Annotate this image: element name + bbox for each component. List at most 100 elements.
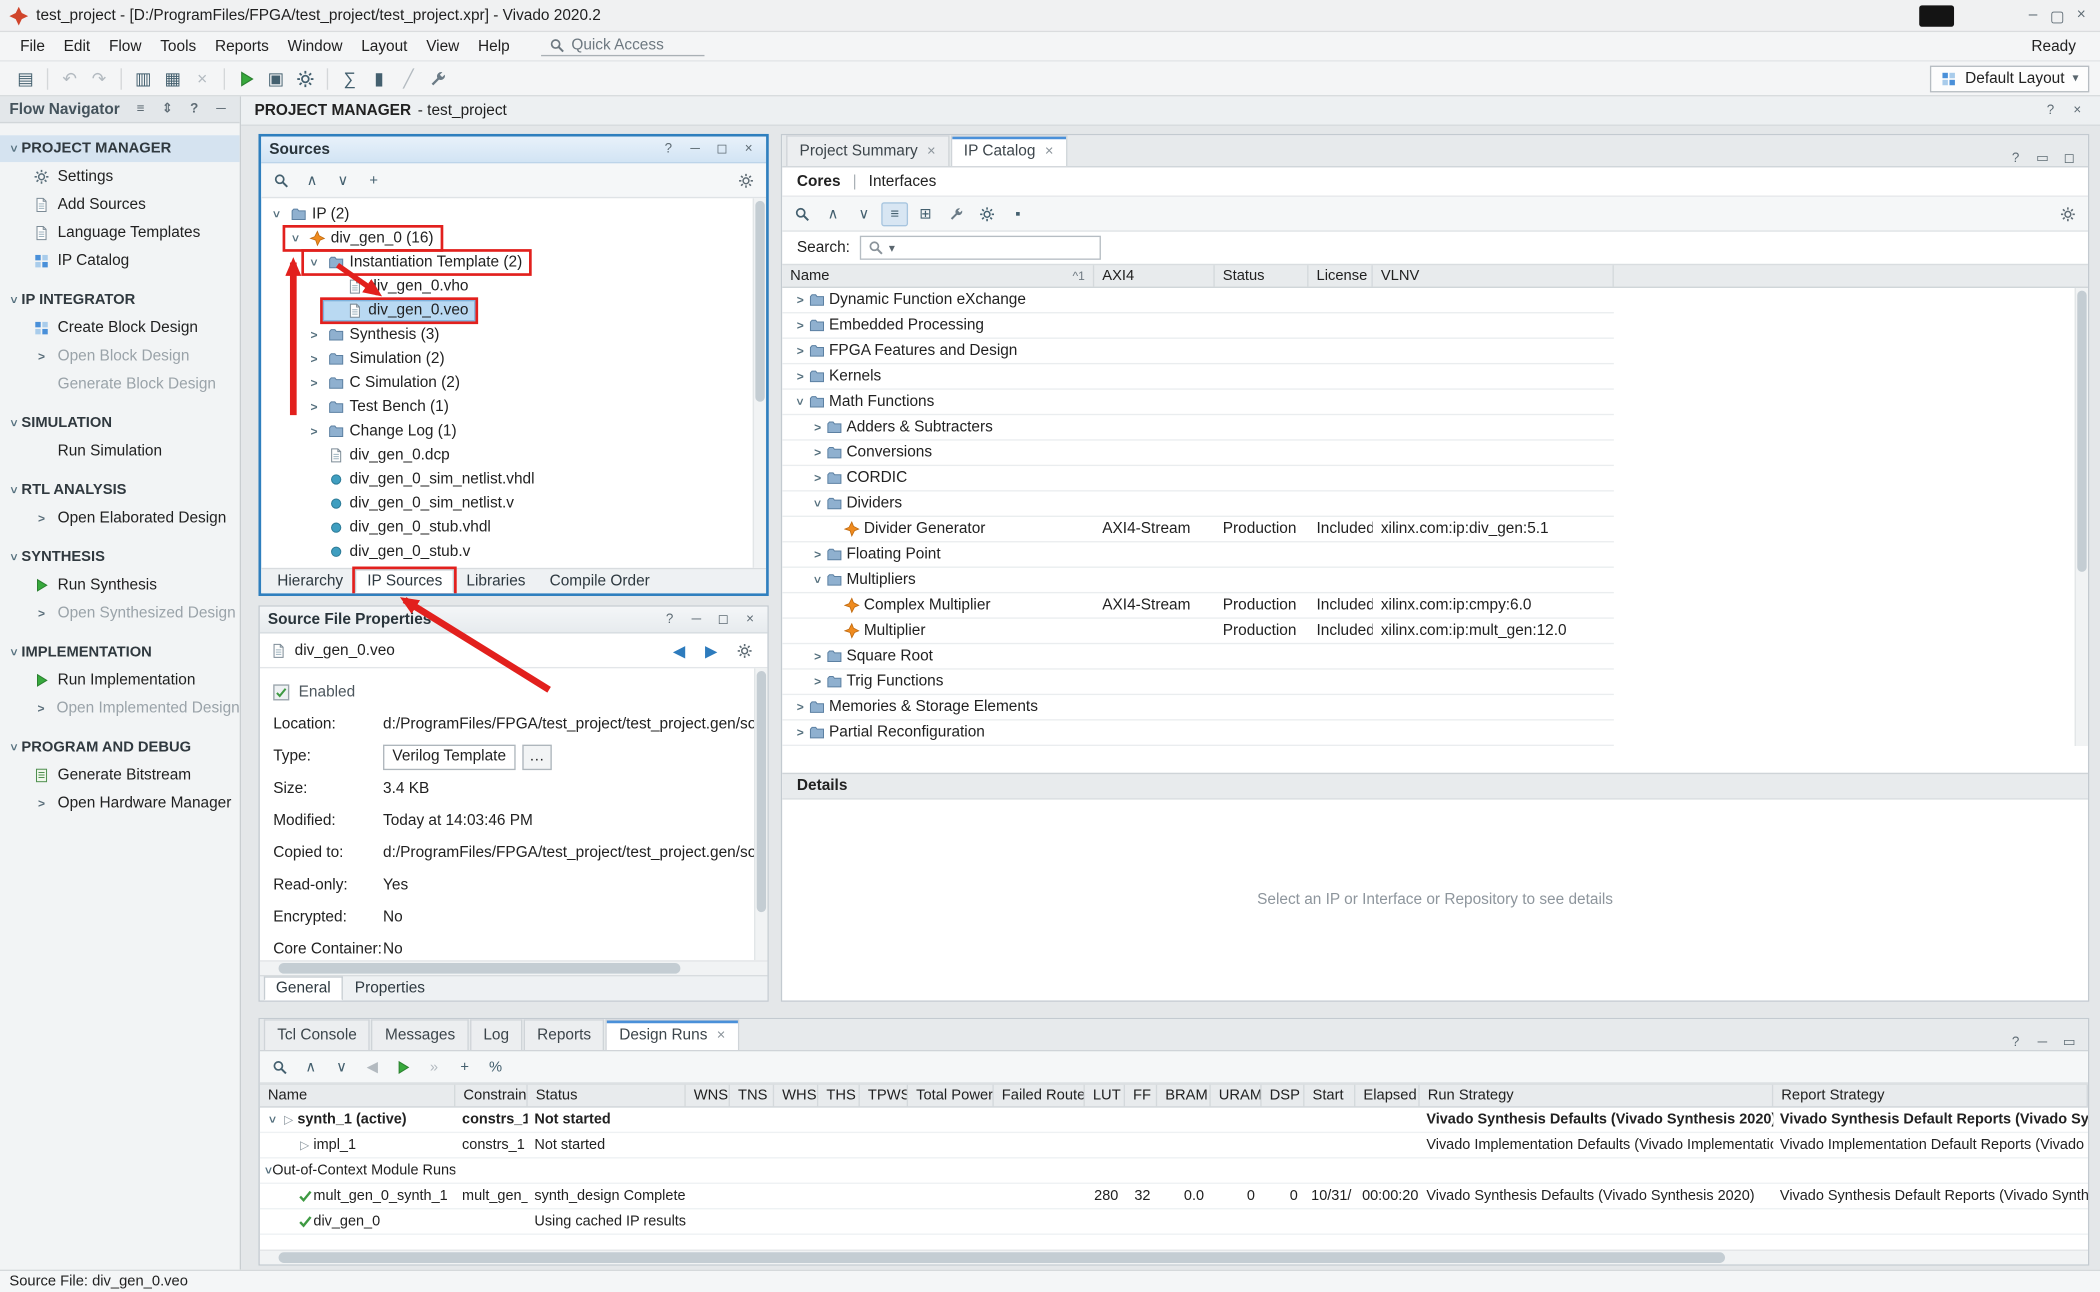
column-header-ff[interactable]: FF [1125,1085,1157,1106]
enabled-checkbox[interactable] [273,684,289,700]
source-tree-item-instantiation-template-2[interactable]: >Instantiation Template (2) [261,250,766,274]
catalog-row-square-root[interactable]: >Square Root [782,644,1614,669]
source-tree-item-div-gen-0-dcp[interactable]: div_gen_0.dcp [261,443,766,467]
column-header-run-strategy[interactable]: Run Strategy [1420,1085,1774,1106]
float-icon[interactable]: ◻ [714,612,733,627]
close-icon[interactable]: × [927,143,936,159]
catalog-row-memories-storage-elements[interactable]: >Memories & Storage Elements [782,695,1614,720]
minimize-icon[interactable]: ─ [212,102,231,117]
minimize-icon[interactable]: ─ [686,142,705,157]
expand-icon[interactable]: > [793,344,808,357]
type-combobox[interactable]: Verilog Template [383,744,515,769]
flow-item-ip-catalog[interactable]: IP Catalog [0,246,240,274]
source-tree-item-change-log-1[interactable]: >Change Log (1) [261,419,766,443]
collapse-icon[interactable]: > [794,394,807,409]
tab-design-runs[interactable]: Design Runs× [606,1019,739,1050]
scrollbar-thumb[interactable] [279,963,681,974]
sources-panel-header[interactable]: Sources ?─◻× [261,137,766,164]
quick-access-search[interactable]: Quick Access [541,36,704,56]
column-header-start[interactable]: Start [1304,1085,1355,1106]
flow-section-header[interactable]: >RTL ANALYSIS [0,477,240,504]
catalog-row-divider-generator[interactable]: Divider GeneratorAXI4-StreamProductionIn… [782,517,1614,542]
flow-section-header[interactable]: >PROGRAM AND DEBUG [0,734,240,761]
source-tree-item-div-gen-0-veo[interactable]: div_gen_0.veo [261,299,766,323]
flow-item-generate-block-design[interactable]: Generate Block Design [0,370,240,398]
expand-all-icon[interactable]: ∨ [329,168,356,192]
collapse-icon[interactable]: > [811,573,824,588]
run-row-impl-1[interactable]: ▷impl_1constrs_1Not startedVivado Implem… [260,1133,2088,1158]
run-icon[interactable] [232,65,261,92]
menu-edit[interactable]: Edit [54,35,99,56]
expand-icon[interactable]: > [793,319,808,332]
expand-icon[interactable]: > [307,425,322,438]
help-icon[interactable]: ? [2006,151,2025,166]
copy-icon[interactable]: ▦ [158,65,187,92]
edit-icon[interactable]: ╱ [394,65,423,92]
catalog-row-multipliers[interactable]: >Multipliers [782,568,1614,593]
search-icon[interactable] [267,1055,294,1079]
properties-hscrollbar[interactable] [260,960,768,975]
sources-scrollbar[interactable] [753,198,766,568]
column-header-tns[interactable]: TNS [730,1085,774,1106]
column-header-lut[interactable]: LUT [1085,1085,1125,1106]
properties-scrollbar[interactable] [754,668,767,960]
create-run-icon[interactable]: + [451,1055,478,1079]
menu-reports[interactable]: Reports [206,35,279,56]
menu-flow[interactable]: Flow [100,35,151,56]
tab-general[interactable]: General [264,976,343,1000]
source-tree-item-div-gen-0-stub-v[interactable]: div_gen_0_stub.v [261,540,766,564]
column-header-name[interactable]: Name^1 [782,265,1094,286]
collapse-icon[interactable]: > [270,207,283,222]
catalog-row-kernels[interactable]: >Kernels [782,364,1614,389]
catalog-row-dividers[interactable]: >Dividers [782,492,1614,517]
collapse-icon[interactable]: > [307,255,320,270]
menu-view[interactable]: View [417,35,469,56]
collapse-all-icon[interactable]: ∧ [820,202,847,226]
flow-item-open-implemented-design[interactable]: >Open Implemented Design [0,694,240,722]
tab-properties[interactable]: Properties [343,976,437,1000]
column-header-status[interactable]: Status [528,1085,686,1106]
back-icon[interactable]: ◀ [667,641,691,660]
help-icon[interactable]: ? [2041,103,2060,118]
customize-icon[interactable] [943,202,970,226]
runs-hscrollbar[interactable] [260,1250,2088,1265]
expand-icon[interactable]: > [307,352,322,365]
catalog-search-input[interactable]: ▾ [859,236,1100,260]
catalog-row-trig-functions[interactable]: >Trig Functions [782,670,1614,695]
save-icon[interactable]: ▥ [129,65,158,92]
help-icon[interactable]: ? [185,102,204,117]
column-header-bram[interactable]: BRAM [1157,1085,1211,1106]
close-icon[interactable]: × [1045,143,1054,159]
column-header-wns[interactable]: WNS [686,1085,730,1106]
expand-icon[interactable]: > [307,328,322,341]
menu-window[interactable]: Window [278,35,352,56]
flow-item-generate-bitstream[interactable]: Generate Bitstream [0,761,240,789]
flow-section-header[interactable]: >PROJECT MANAGER [0,135,240,162]
close-icon[interactable]: × [2072,6,2091,25]
minimize-icon[interactable]: ─ [687,612,706,627]
delete-icon[interactable]: × [188,65,217,92]
source-tree-item-ip-2[interactable]: >IP (2) [261,202,766,226]
catalog-row-cordic[interactable]: >CORDIC [782,466,1614,491]
collapse-icon[interactable]: > [811,496,824,511]
column-header-report-strategy[interactable]: Report Strategy [1773,1085,2088,1106]
tab-tcl-console[interactable]: Tcl Console [264,1019,370,1050]
program-device-icon[interactable]: ▣ [261,65,290,92]
ip-status-icon[interactable]: ▪ [1004,202,1031,226]
expand-icon[interactable]: > [793,370,808,383]
flow-item-run-synthesis[interactable]: Run Synthesis [0,571,240,599]
tab-libraries[interactable]: Libraries [454,569,537,593]
close-icon[interactable]: × [741,612,760,627]
search-icon[interactable] [268,168,295,192]
run-row-mult-gen-0-synth-1[interactable]: mult_gen_0_synth_1mult_gen_0synth_design… [260,1184,2088,1209]
source-tree-item-div-gen-0-sim-netlist-vhdl[interactable]: div_gen_0_sim_netlist.vhdl [261,467,766,491]
maximize-icon[interactable]: ▢ [2048,6,2067,25]
source-tree-item-div-gen-0-sim-netlist-v[interactable]: div_gen_0_sim_netlist.v [261,492,766,516]
source-tree-item-simulation-2[interactable]: >Simulation (2) [261,347,766,371]
column-header-vlnv[interactable]: VLNV [1373,265,1614,286]
catalog-row-floating-point[interactable]: >Floating Point [782,542,1614,567]
tab-reports[interactable]: Reports [524,1019,605,1050]
catalog-row-conversions[interactable]: >Conversions [782,441,1614,466]
expand-icon[interactable]: > [810,675,825,688]
menu-icon[interactable]: ≡ [131,102,150,117]
